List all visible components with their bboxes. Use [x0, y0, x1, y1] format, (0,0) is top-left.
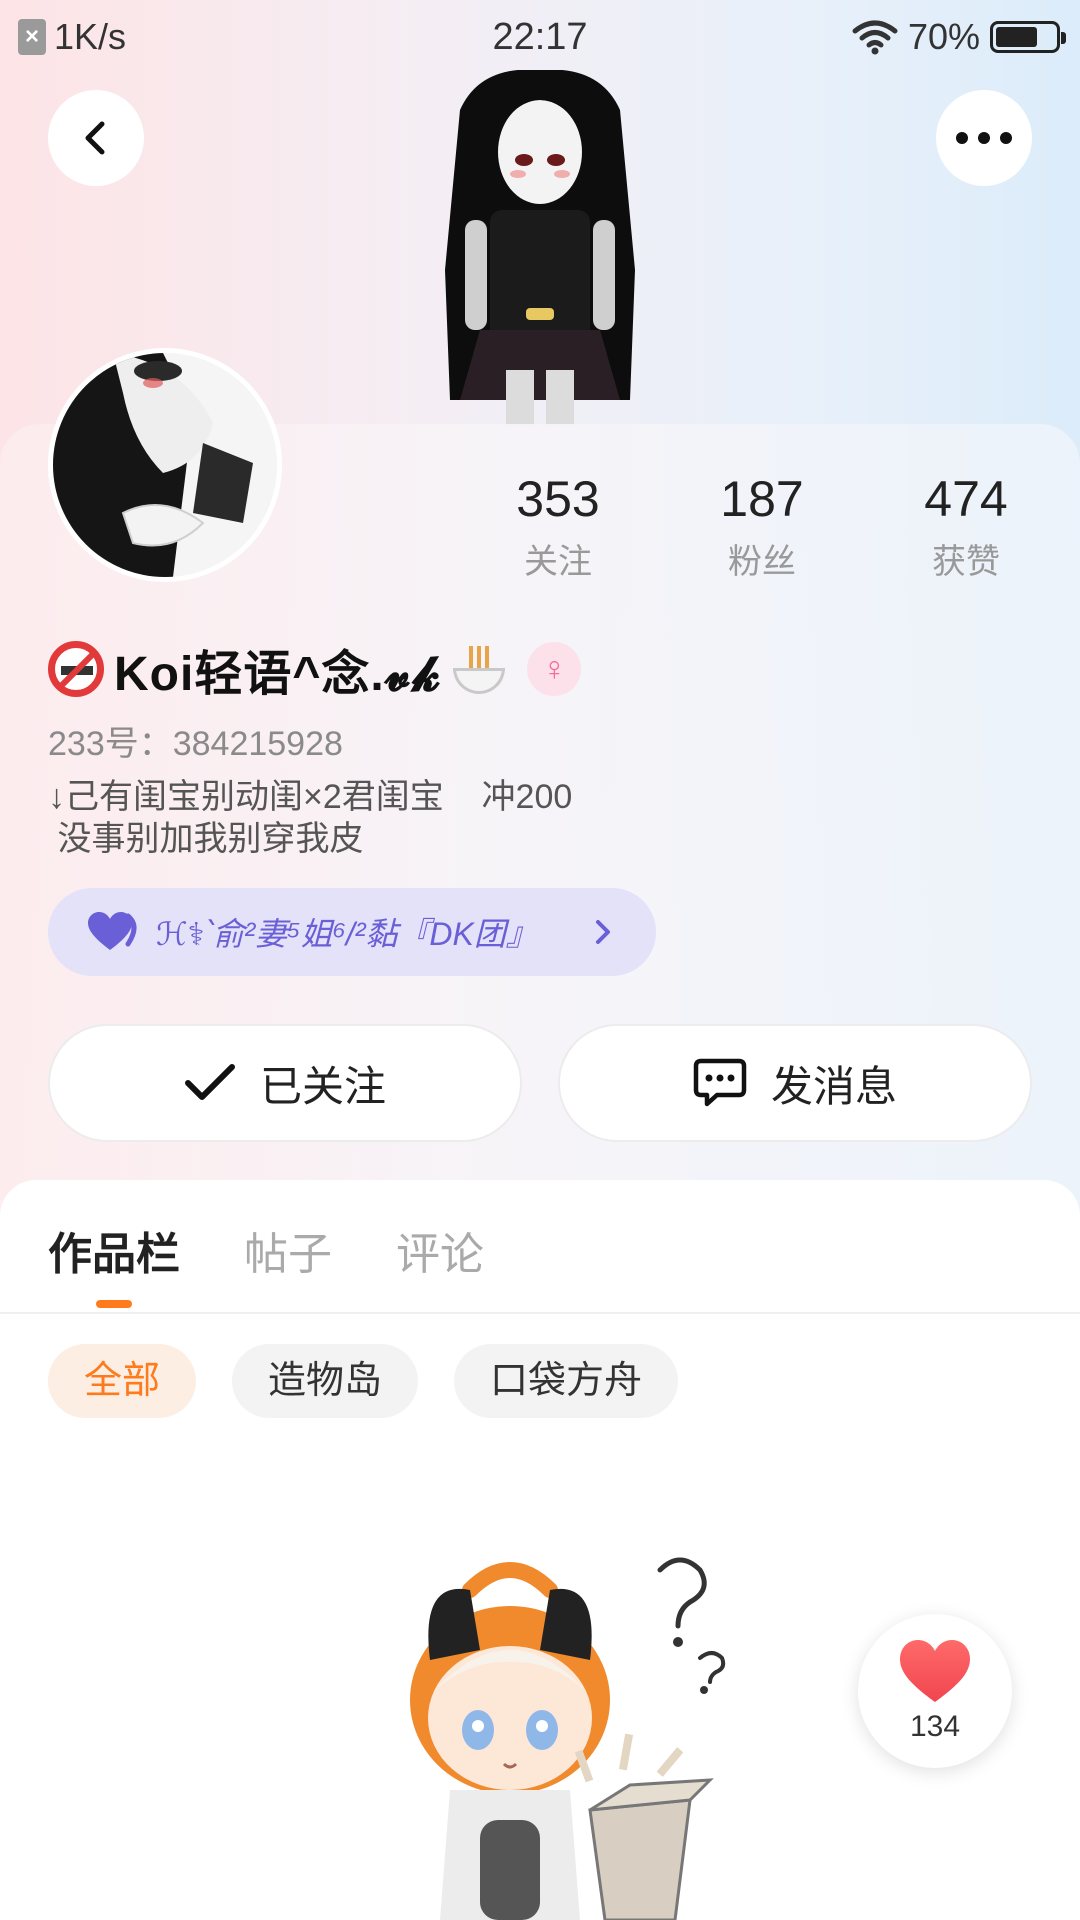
battery-icon	[990, 21, 1066, 53]
avatar-image	[53, 353, 277, 577]
filter-chips: 全部 造物岛 口袋方舟	[48, 1344, 679, 1418]
following-button-label: 已关注	[259, 1062, 386, 1110]
stat-followers[interactable]: 187 粉丝	[682, 470, 842, 583]
following-button[interactable]: 已关注	[48, 1024, 522, 1142]
guild-name: ℋ⚕՝俞²妻⁵姐⁶/²黏『DK团』	[156, 916, 538, 952]
followers-label: 粉丝	[728, 543, 796, 581]
more-options-button[interactable]	[936, 90, 1032, 186]
stat-likes[interactable]: 474 获赞	[886, 470, 1046, 583]
send-message-button[interactable]: 发消息	[558, 1024, 1032, 1142]
checkmark-icon	[184, 1064, 235, 1100]
likes-received-label: 获赞	[932, 543, 1000, 581]
chip-all[interactable]: 全部	[48, 1344, 197, 1418]
following-label: 关注	[524, 543, 592, 581]
tabs-divider	[0, 1312, 1080, 1314]
chip-creation-island[interactable]: 造物岛	[232, 1344, 419, 1418]
back-button[interactable]	[48, 90, 144, 186]
tab-comments[interactable]: 评论	[396, 1218, 484, 1282]
content-tabs: 作品栏 帖子 评论	[48, 1218, 484, 1282]
heart-icon	[900, 1640, 970, 1702]
username: Koi轻语^念.𝓿𝓴	[114, 648, 442, 701]
battery-fill	[996, 27, 1037, 47]
noodle-bowl-icon	[451, 644, 507, 694]
empty-state-illustration	[410, 1557, 726, 1920]
battery-percent: 70%	[907, 16, 980, 57]
bio: ↓己有闺宝别动闺×2君闺宝 冲200 没事别加我别穿我皮	[48, 776, 572, 860]
like-count: 134	[909, 1710, 961, 1743]
active-tab-indicator	[96, 1300, 132, 1308]
tab-works[interactable]: 作品栏	[48, 1218, 180, 1282]
send-message-label: 发消息	[770, 1062, 897, 1110]
guild-badge[interactable]: ℋ⚕՝俞²妻⁵姐⁶/²黏『DK团』	[48, 888, 656, 976]
chip-pocket-ark[interactable]: 口袋方舟	[454, 1344, 679, 1418]
banner-character-image	[445, 70, 635, 426]
user-id: 233号：384215928	[48, 725, 343, 763]
likes-received-count: 474	[924, 471, 1008, 527]
bio-line: ↓己有闺宝别动闺×2君闺宝 冲200	[48, 778, 573, 816]
avatar[interactable]	[48, 348, 282, 582]
tab-posts[interactable]: 帖子	[244, 1218, 332, 1282]
wifi-icon	[852, 20, 898, 55]
heart-icon	[88, 912, 137, 950]
status-icons: 70%	[852, 16, 1066, 58]
chevron-left-icon	[85, 121, 105, 155]
chevron-right-icon	[596, 920, 610, 944]
female-gender-icon: ♀	[527, 642, 582, 696]
stat-following[interactable]: 353 关注	[478, 470, 638, 583]
followers-count: 187	[720, 471, 804, 527]
username-row: Koi轻语^念.𝓿𝓴 ♀	[48, 634, 582, 704]
more-horizontal-icon	[956, 132, 1012, 144]
following-count: 353	[516, 471, 600, 527]
bio-line: 没事别加我别穿我皮	[48, 820, 364, 858]
no-smoking-icon	[48, 641, 104, 697]
chat-bubble-icon	[693, 1058, 747, 1107]
status-bar: × 1K/s 22:17 70%	[0, 0, 1080, 72]
like-button[interactable]: 134	[858, 1614, 1012, 1768]
